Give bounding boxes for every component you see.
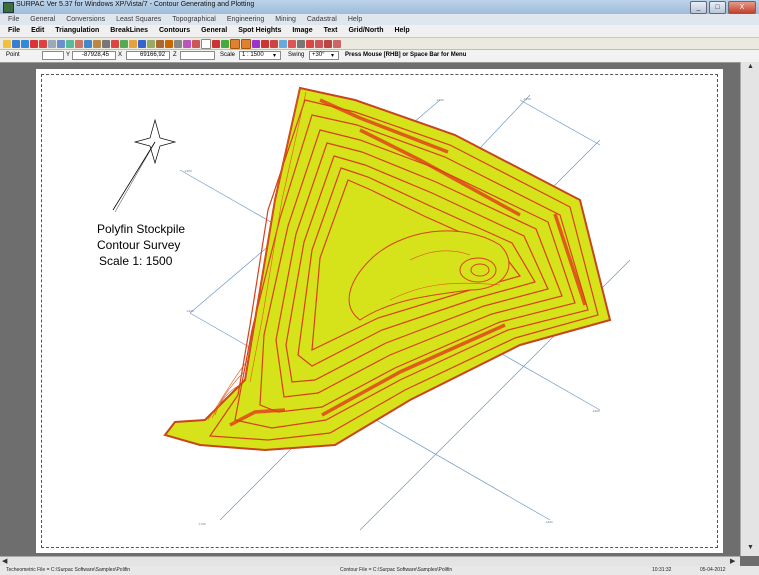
status-date: 05-04-2012 — [700, 567, 726, 573]
contour-file-status: Contour File = C:\Surpac Software\Sample… — [340, 567, 453, 573]
drawing-scale-label: Scale 1: 1500 — [99, 254, 173, 268]
drawing-title-line-1: Polyfin Stockpile — [97, 222, 186, 236]
grid-label: -1300 — [184, 169, 192, 173]
grid-label: -1250 — [523, 97, 531, 101]
grid-label: -1400 — [186, 309, 194, 313]
status-time: 10:31:32 — [652, 567, 672, 573]
north-arrow-icon — [112, 118, 177, 213]
grid-label: -1500 — [592, 409, 600, 413]
grid-line — [519, 99, 601, 146]
grid-label: -1700 — [198, 522, 206, 526]
contour-plot: -1300 -1400 -1200 -1250 -1500 -1600 -170… — [112, 86, 631, 531]
vertical-scrollbar[interactable]: ▲ ▼ — [740, 62, 759, 556]
grid-label: -1600 — [545, 520, 553, 524]
bottom-status-bar: Techeometric File = C:\Surpac Software\S… — [0, 566, 759, 575]
techeometric-file-status: Techeometric File = C:\Surpac Software\S… — [6, 567, 131, 573]
grid-label: -1200 — [436, 98, 444, 102]
drawing-title-line-2: Contour Survey — [97, 238, 181, 252]
stockpile-surface — [163, 86, 612, 452]
scroll-right-icon[interactable]: ▶ — [730, 557, 735, 565]
scroll-left-icon[interactable]: ◀ — [2, 557, 7, 565]
horizontal-scrollbar[interactable]: ◀ ▶ — [0, 556, 740, 566]
scroll-down-icon[interactable]: ▼ — [747, 544, 754, 551]
scroll-up-icon[interactable]: ▲ — [747, 63, 754, 70]
